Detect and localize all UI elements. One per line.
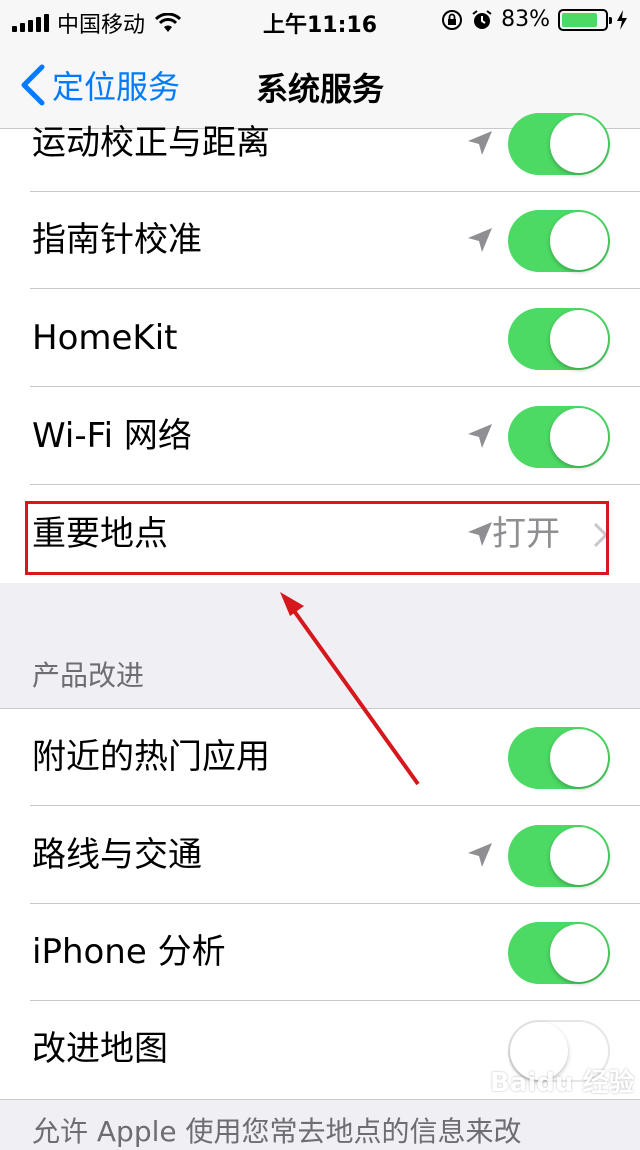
iphone-analytics-toggle[interactable] <box>508 922 610 984</box>
row-label: 附近的热门应用 <box>32 737 270 777</box>
battery-percent: 83% <box>501 7 550 32</box>
row-label: 运动校正与距离 <box>32 123 270 163</box>
list-item: 路线与交通 <box>0 807 640 904</box>
watermark: Baidu 经验 <box>490 1068 635 1098</box>
charging-icon <box>617 9 627 30</box>
wifi-network-toggle[interactable] <box>508 406 610 468</box>
status-bar: 中国移动 上午11:16 83% <box>0 0 640 40</box>
row-label: 路线与交通 <box>32 835 202 875</box>
list-item: iPhone 分析 <box>0 904 640 1001</box>
battery-icon <box>558 8 612 31</box>
popular-near-me-toggle[interactable] <box>508 727 610 789</box>
row-label: Wi-Fi 网络 <box>32 416 192 456</box>
footer-description: 允许 Apple 使用您常去地点的信息来改 <box>32 1115 522 1148</box>
motion-calibration-toggle[interactable] <box>508 113 610 175</box>
location-arrow-icon <box>468 843 492 867</box>
compass-calibration-toggle[interactable] <box>508 210 610 272</box>
location-arrow-icon <box>468 131 492 155</box>
status-right: 83% <box>441 7 628 32</box>
highlight-box <box>25 501 609 575</box>
routing-traffic-toggle[interactable] <box>508 825 610 887</box>
section-header: 产品改进 <box>32 659 145 692</box>
list-item: HomeKit <box>0 290 640 387</box>
product-improvement-group: 附近的热门应用 路线与交通 iPhone 分析 改进地图 <box>0 708 640 1100</box>
row-label: 指南针校准 <box>32 220 202 260</box>
location-arrow-icon <box>468 228 492 252</box>
location-arrow-icon <box>468 424 492 448</box>
row-label: HomeKit <box>32 318 178 358</box>
rotation-lock-icon <box>442 9 463 30</box>
list-item: 附近的热门应用 <box>0 709 640 806</box>
list-item: 指南针校准 <box>0 192 640 289</box>
list-item: Wi-Fi 网络 <box>0 388 640 485</box>
alarm-icon <box>472 9 492 29</box>
list-item: 运动校正与距离 <box>0 95 640 192</box>
row-label: 改进地图 <box>32 1029 168 1069</box>
row-label: iPhone 分析 <box>32 932 226 972</box>
homekit-toggle[interactable] <box>508 308 610 370</box>
